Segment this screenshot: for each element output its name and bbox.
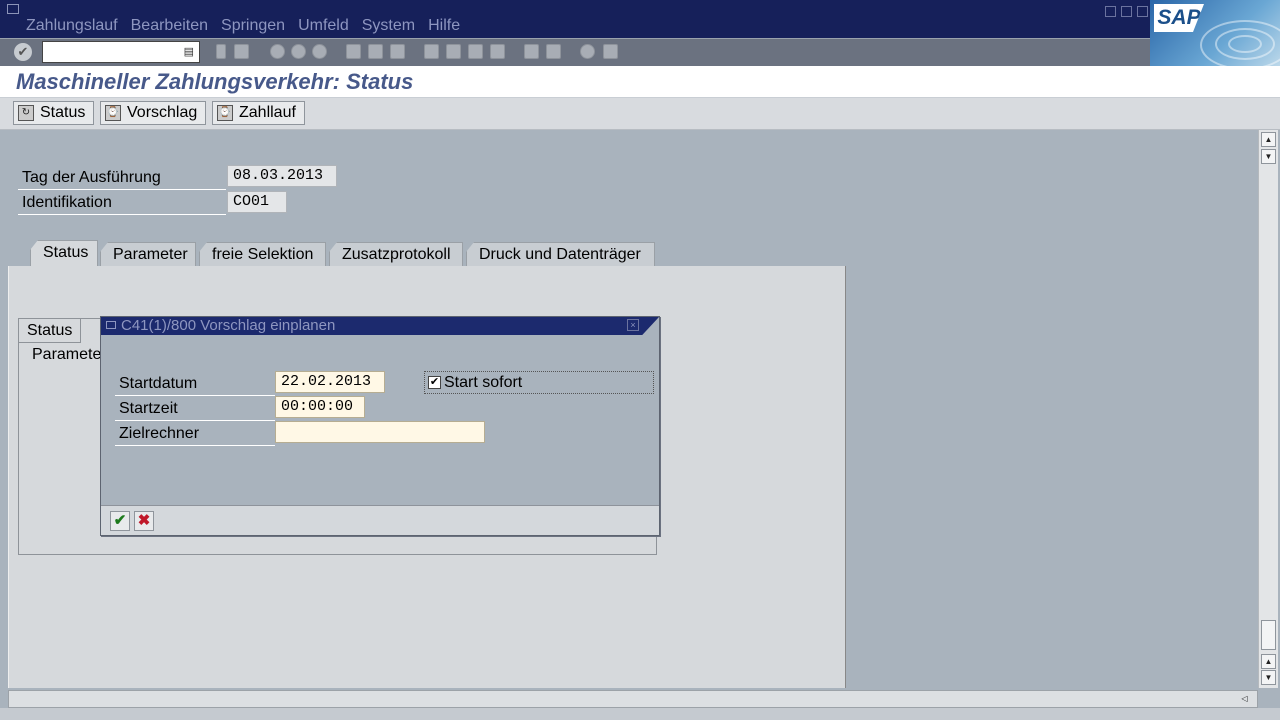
menu: Zahlungslauf Bearbeiten Springen Umfeld … [26, 17, 473, 35]
vertical-scrollbar[interactable]: ▲ ▼ ▲ ▼ [1258, 130, 1278, 688]
minimize-icon[interactable] [1105, 6, 1116, 17]
startdatum-input[interactable]: 22.02.2013 [275, 371, 385, 393]
status-bar [0, 708, 1280, 720]
tag-der-ausfuehrung-label: Tag der Ausführung [22, 169, 161, 186]
confirm-icon[interactable]: ✔ [110, 511, 130, 531]
application-toolbar: ↻ Status ⌚ Vorschlag ⌚ Zahllauf [0, 98, 1280, 130]
command-history-icon[interactable]: ▤ [184, 45, 194, 58]
tab-zusatzprotokoll[interactable]: Zusatzprotokoll [329, 242, 463, 266]
sap-logo-text: SAP [1154, 4, 1204, 32]
identifikation-field: CO01 [227, 191, 287, 213]
menu-item-umfeld[interactable]: Umfeld [298, 17, 349, 35]
zielrechner-input[interactable] [275, 421, 485, 443]
zahllauf-button[interactable]: ⌚ Zahllauf [212, 101, 305, 125]
dialog-title: C41(1)/800 Vorschlag einplanen [121, 317, 336, 334]
scroll-left-icon[interactable]: ◁ [1237, 692, 1252, 707]
back-nav-icon[interactable] [270, 44, 285, 59]
schedule-dialog: C41(1)/800 Vorschlag einplanen × Startda… [100, 316, 660, 536]
label-underline [115, 395, 275, 396]
scroll-up-icon[interactable]: ▲ [1261, 132, 1276, 147]
menu-item-zahlungslauf[interactable]: Zahlungslauf [26, 17, 118, 35]
cancel-icon[interactable]: ✖ [134, 511, 154, 531]
create-session-icon[interactable] [524, 44, 539, 59]
close-window-icon[interactable] [1137, 6, 1148, 17]
sap-logo: SAP [1150, 0, 1280, 66]
print-icon[interactable] [346, 44, 361, 59]
cancel-icon[interactable] [312, 44, 327, 59]
label-underline [18, 189, 226, 190]
refresh-icon: ↻ [18, 105, 34, 121]
zahllauf-button-label: Zahllauf [239, 104, 296, 121]
shortcut-icon[interactable] [546, 44, 561, 59]
startdatum-label: Startdatum [119, 375, 198, 392]
exit-icon[interactable] [291, 44, 306, 59]
dialog-close-icon[interactable]: × [627, 319, 639, 331]
prev-page-icon[interactable] [446, 44, 461, 59]
vorschlag-button[interactable]: ⌚ Vorschlag [100, 101, 207, 125]
next-page-icon[interactable] [468, 44, 483, 59]
menu-item-system[interactable]: System [362, 17, 415, 35]
find-icon[interactable] [368, 44, 383, 59]
system-toolbar: ✔ ▤ [0, 38, 1150, 66]
tab-status[interactable]: Status [30, 240, 98, 266]
schedule-icon: ⌚ [217, 105, 233, 121]
save-icon[interactable] [234, 44, 249, 59]
scroll-thumb[interactable] [1261, 620, 1276, 650]
page-title: Maschineller Zahlungsverkehr: Status [16, 69, 414, 94]
status-group-title: Status [18, 318, 82, 343]
back-icon[interactable] [216, 44, 226, 59]
label-underline [18, 214, 226, 215]
horizontal-scrollbar[interactable]: ◁ [8, 690, 1258, 708]
dialog-system-icon[interactable] [106, 321, 116, 329]
maximize-icon[interactable] [1121, 6, 1132, 17]
first-page-icon[interactable] [424, 44, 439, 59]
identifikation-label: Identifikation [22, 194, 112, 211]
label-underline [115, 420, 275, 421]
schedule-icon: ⌚ [105, 105, 121, 121]
dialog-title-bar: C41(1)/800 Vorschlag einplanen × [101, 317, 659, 335]
vorschlag-button-label: Vorschlag [127, 104, 198, 121]
label-underline [115, 445, 275, 446]
tab-druck-und-datentraeger[interactable]: Druck und Datenträger [466, 242, 655, 266]
scroll-up-page-icon[interactable]: ▲ [1261, 654, 1276, 669]
start-sofort-checkbox[interactable]: ✔ Start sofort [424, 371, 654, 394]
find-next-icon[interactable] [390, 44, 405, 59]
menu-item-springen[interactable]: Springen [221, 17, 285, 35]
status-button[interactable]: ↻ Status [13, 101, 95, 125]
menu-item-bearbeiten[interactable]: Bearbeiten [131, 17, 208, 35]
scroll-down-page-icon[interactable]: ▼ [1261, 149, 1276, 164]
menu-item-hilfe[interactable]: Hilfe [428, 17, 460, 35]
status-line-parameter: Parameter [32, 346, 107, 363]
startzeit-label: Startzeit [119, 400, 178, 417]
command-field[interactable]: ▤ [42, 41, 200, 63]
help-icon[interactable] [580, 44, 595, 59]
menu-bar: Zahlungslauf Bearbeiten Springen Umfeld … [0, 0, 1280, 38]
title-bar: Maschineller Zahlungsverkehr: Status [0, 66, 1280, 98]
startzeit-input[interactable]: 00:00:00 [275, 396, 365, 418]
checkmark-icon[interactable]: ✔ [428, 376, 441, 389]
tag-der-ausfuehrung-field: 08.03.2013 [227, 165, 337, 187]
zielrechner-label: Zielrechner [119, 425, 200, 442]
start-sofort-label: Start sofort [444, 373, 523, 391]
enter-icon[interactable]: ✔ [14, 43, 32, 61]
dialog-footer: ✔ ✖ [101, 505, 659, 535]
status-button-label: Status [40, 104, 86, 121]
tab-parameter[interactable]: Parameter [100, 242, 196, 266]
system-menu-icon[interactable] [7, 4, 19, 14]
layout-menu-icon[interactable] [603, 44, 618, 59]
tab-freie-selektion[interactable]: freie Selektion [199, 242, 326, 266]
scroll-down-icon[interactable]: ▼ [1261, 670, 1276, 685]
last-page-icon[interactable] [490, 44, 505, 59]
